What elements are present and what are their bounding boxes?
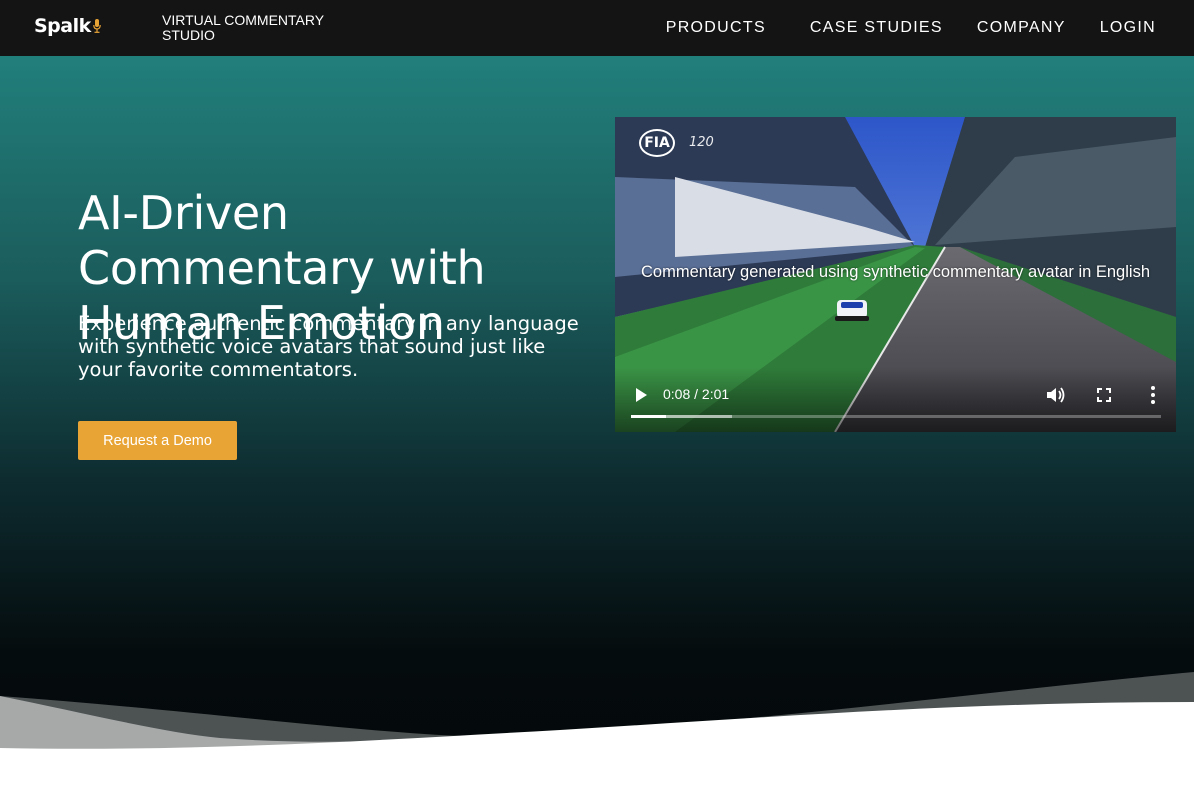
time-display: 0:08 / 2:01	[663, 386, 730, 402]
fia-logo: FIA	[639, 129, 675, 157]
wave-divider	[0, 672, 1194, 801]
nav-case-studies[interactable]: CASE STUDIES	[810, 19, 943, 37]
volume-icon[interactable]	[1046, 386, 1066, 404]
microphone-icon	[92, 19, 101, 33]
race-car	[835, 300, 869, 321]
progress-played	[631, 415, 666, 418]
fullscreen-icon[interactable]	[1096, 387, 1112, 403]
more-options-icon[interactable]	[1149, 385, 1157, 405]
nav-company[interactable]: COMPANY	[977, 19, 1066, 37]
progress-bar[interactable]	[631, 415, 1161, 418]
video-player[interactable]: FIA 120 Commentary generated using synth…	[615, 117, 1176, 432]
nav-login[interactable]: LOGIN	[1100, 19, 1156, 37]
logo-text: Spalk	[34, 15, 91, 37]
top-nav: Spalk VIRTUAL COMMENTARY STUDIO PRODUCTS…	[0, 0, 1194, 56]
hero-subtitle: Experience authentic commentary in any l…	[78, 312, 579, 381]
request-demo-button[interactable]: Request a Demo	[78, 421, 237, 460]
video-controls: 0:08 / 2:01	[615, 367, 1176, 432]
fia-120-badge: 120	[689, 135, 714, 150]
product-name[interactable]: VIRTUAL COMMENTARY STUDIO	[162, 13, 352, 43]
play-icon[interactable]	[634, 387, 648, 403]
video-caption: Commentary generated using synthetic com…	[641, 263, 1150, 281]
spalk-logo[interactable]: Spalk	[34, 15, 101, 37]
nav-products[interactable]: PRODUCTS	[666, 19, 766, 37]
main-menu: PRODUCTS CASE STUDIES COMPANY LOGIN	[632, 0, 1156, 56]
